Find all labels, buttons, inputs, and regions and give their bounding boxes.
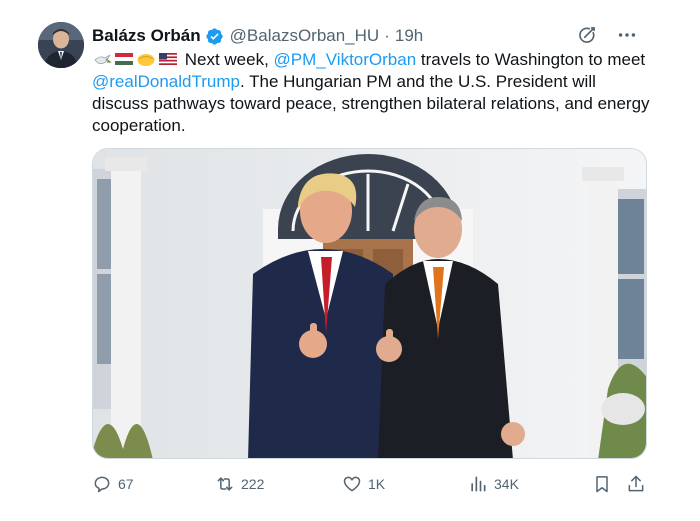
verified-badge-icon <box>206 27 223 45</box>
repost-count: 222 <box>241 476 265 492</box>
views-button[interactable]: 34K <box>468 474 519 494</box>
heart-icon <box>343 476 361 492</box>
reply-icon <box>94 476 110 493</box>
bookmark-icon <box>596 476 608 493</box>
repost-button[interactable]: 222 <box>215 474 264 494</box>
handshake-icon <box>137 54 155 66</box>
mention-link[interactable]: @PM_ViktorOrban <box>274 50 417 69</box>
grok-icon[interactable] <box>576 24 598 46</box>
hungary-flag-icon <box>115 53 133 65</box>
repost-icon <box>217 477 233 491</box>
reply-count: 67 <box>118 476 134 492</box>
header-actions <box>576 24 638 46</box>
tweet-text-part: travels to Washington to meet <box>416 50 646 69</box>
views-chart-icon <box>471 476 486 492</box>
tweet-text: Next week, @PM_ViktorOrban travels to Wa… <box>92 49 652 137</box>
mention-link[interactable]: @realDonaldTrump <box>92 72 240 91</box>
author-name[interactable]: Balázs Orbán <box>92 26 201 46</box>
dove-emoji-icon <box>94 54 112 64</box>
tweet-header: Balázs Orbán @BalazsOrban_HU · 19h <box>92 24 680 48</box>
tweet-photo[interactable] <box>92 148 647 459</box>
reply-button[interactable]: 67 <box>92 474 134 494</box>
bookmark-button[interactable] <box>592 474 612 494</box>
author-avatar[interactable] <box>38 22 84 68</box>
usa-flag-icon <box>159 53 177 65</box>
tweet-timestamp[interactable]: 19h <box>395 26 423 46</box>
tweet-text-part: Next week, <box>180 50 274 69</box>
more-options-icon[interactable] <box>616 24 638 46</box>
views-count: 34K <box>494 476 519 492</box>
separator-dot: · <box>384 26 390 45</box>
share-button[interactable] <box>626 474 646 494</box>
tweet-actions: 67 222 1K 34K <box>92 474 647 498</box>
like-button[interactable]: 1K <box>342 474 385 494</box>
photo-illustration <box>93 149 646 458</box>
author-handle[interactable]: @BalazsOrban_HU <box>230 26 380 46</box>
like-count: 1K <box>368 476 386 492</box>
share-icon <box>628 475 644 492</box>
